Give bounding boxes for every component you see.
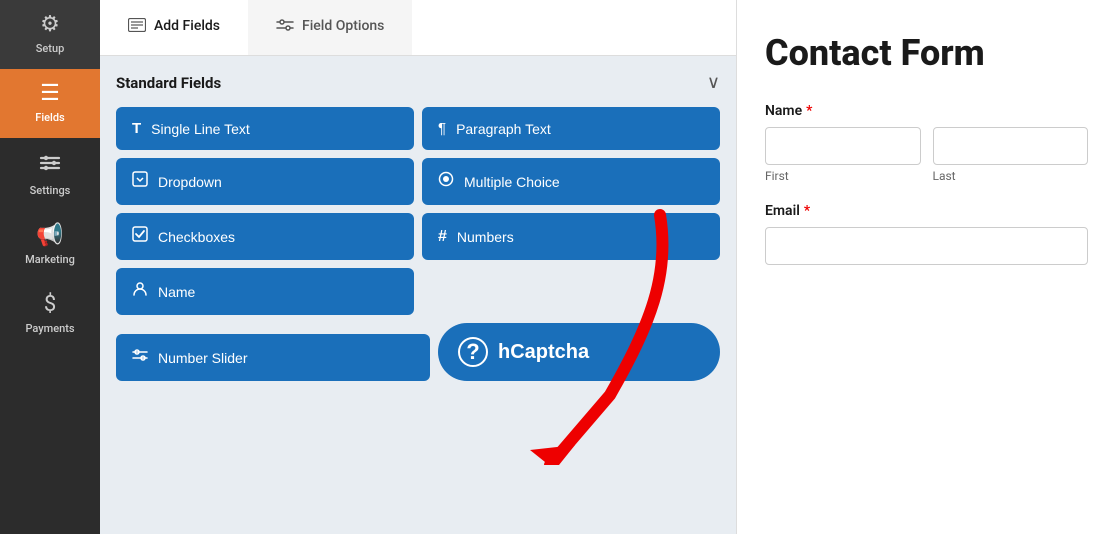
multiple-choice-icon [438,171,454,192]
bottom-row: Number Slider ? hCaptcha [116,323,720,381]
first-name-group: First [765,127,921,183]
field-btn-single-line-text[interactable]: T Single Line Text [116,107,414,150]
name-inputs: First Last [765,127,1088,183]
tab-add-fields[interactable]: Add Fields [100,0,248,55]
main-content: Add Fields Field Options Standard Fields… [100,0,736,534]
first-name-input[interactable] [765,127,921,165]
hcaptcha-icon: ? [458,337,488,367]
field-btn-multiple-choice[interactable]: Multiple Choice [422,158,720,205]
fields-icon: ☰ [40,83,60,105]
sidebar-item-label: Payments [25,322,74,335]
gear-icon: ⚙ [40,14,60,36]
field-btn-paragraph-text[interactable]: ¶ Paragraph Text [422,107,720,150]
last-name-input[interactable] [933,127,1089,165]
paragraph-text-icon: ¶ [438,120,446,137]
email-input[interactable] [765,227,1088,265]
hcaptcha-container: ? hCaptcha [438,323,720,381]
field-btn-number-slider[interactable]: Number Slider [116,334,430,381]
tab-field-options-label: Field Options [302,18,384,34]
payments-icon: $ [44,294,56,316]
name-icon [132,281,148,302]
last-name-group: Last [933,127,1089,183]
form-field-name: Name * First Last [765,103,1088,183]
settings-icon [39,152,61,178]
form-field-email: Email * [765,203,1088,265]
name-label: Name * [765,103,1088,119]
add-fields-icon [128,17,146,36]
field-btn-hcaptcha[interactable]: ? hCaptcha [438,323,720,381]
required-star: * [806,103,812,119]
sidebar-item-fields[interactable]: ☰ Fields [0,69,100,138]
numbers-icon: # [438,228,447,246]
sidebar: ⚙ Setup ☰ Fields Settings 📢 Marketing $ … [0,0,100,534]
field-btn-dropdown[interactable]: Dropdown [116,158,414,205]
field-btn-name[interactable]: Name [116,268,414,315]
sidebar-item-marketing[interactable]: 📢 Marketing [0,211,100,280]
form-preview: Contact Form Name * First Last Email * [736,0,1116,534]
dropdown-icon [132,171,148,192]
field-options-icon [276,17,294,36]
tab-field-options[interactable]: Field Options [248,0,412,55]
checkboxes-icon [132,226,148,247]
fields-panel: Standard Fields ∨ T Single Line Text ¶ P… [100,56,736,534]
sidebar-item-label: Fields [35,111,64,124]
required-star-email: * [804,203,810,219]
sidebar-item-label: Setup [36,42,65,55]
sidebar-item-payments[interactable]: $ Payments [0,280,100,349]
tabs-bar: Add Fields Field Options [100,0,736,56]
field-btn-numbers[interactable]: # Numbers [422,213,720,260]
sidebar-item-label: Marketing [25,253,75,266]
field-btn-checkboxes[interactable]: Checkboxes [116,213,414,260]
last-sub-label: Last [933,169,1089,183]
tab-add-fields-label: Add Fields [154,18,220,34]
section-header: Standard Fields ∨ [116,72,720,93]
section-title: Standard Fields [116,74,221,92]
sidebar-item-settings[interactable]: Settings [0,138,100,211]
form-title: Contact Form [765,32,1088,75]
number-slider-icon [132,347,148,368]
first-sub-label: First [765,169,921,183]
chevron-down-icon: ∨ [707,72,720,93]
single-line-text-icon: T [132,120,141,137]
marketing-icon: 📢 [36,225,63,247]
email-label: Email * [765,203,1088,219]
sidebar-item-setup[interactable]: ⚙ Setup [0,0,100,69]
fields-grid: T Single Line Text ¶ Paragraph Text Drop… [116,107,720,315]
sidebar-item-label: Settings [30,184,71,197]
